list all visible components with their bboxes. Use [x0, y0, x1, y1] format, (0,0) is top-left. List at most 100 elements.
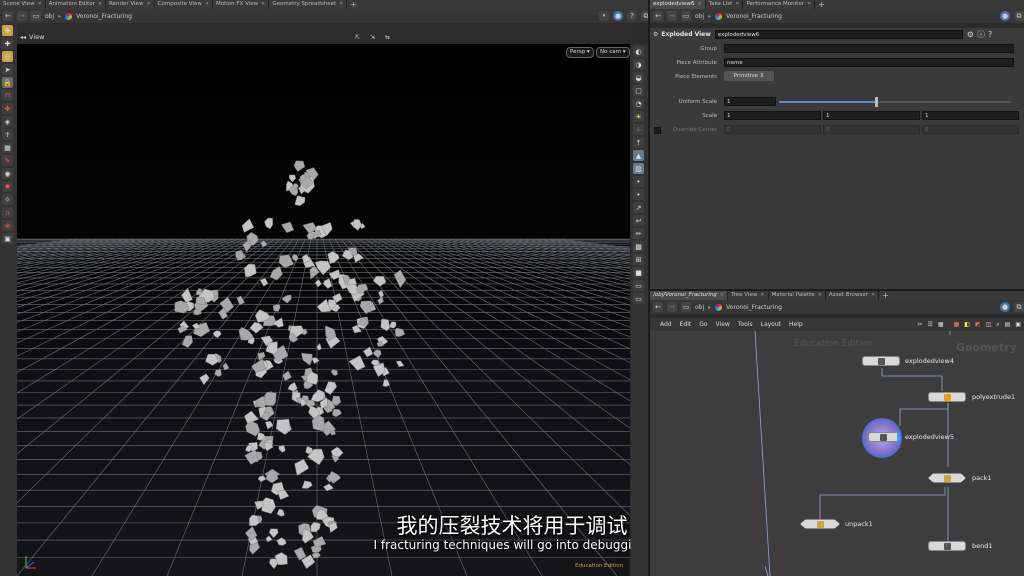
menu-edit[interactable]: Edit: [680, 321, 692, 328]
path-node[interactable]: Voronoi_Fracturing: [726, 13, 782, 20]
select-mode-icon[interactable]: ⇱: [355, 34, 360, 41]
frame2-icon[interactable]: ▭: [633, 293, 644, 304]
viewport[interactable]: [17, 44, 630, 576]
back-arrow-icon[interactable]: ←: [653, 11, 663, 21]
forward-arrow-icon[interactable]: →: [667, 11, 677, 21]
volume-icon[interactable]: ▣: [2, 233, 13, 244]
grid-view-icon[interactable]: ▦: [938, 321, 944, 328]
pose-icon[interactable]: ☥: [2, 129, 13, 140]
magnet-icon[interactable]: ⊓: [2, 90, 13, 101]
close-icon[interactable]: ✕: [98, 1, 102, 7]
pointer-icon[interactable]: ➤: [2, 64, 13, 75]
node-unpack1[interactable]: [800, 519, 840, 529]
select-tool-icon[interactable]: ✥: [2, 25, 13, 36]
tab-material-palette[interactable]: Material Palette ✕: [769, 291, 826, 300]
forward-arrow-icon[interactable]: →: [667, 302, 677, 312]
path-obj[interactable]: obj: [45, 13, 54, 20]
close-icon[interactable]: ✕: [339, 1, 343, 7]
dot2-icon[interactable]: •: [633, 189, 644, 200]
close-icon[interactable]: ✕: [205, 1, 209, 7]
close-icon[interactable]: ✕: [760, 292, 764, 298]
ghost-icon[interactable]: ◑: [633, 59, 644, 70]
network-editor[interactable]: Education Edition Geometry: [650, 331, 1024, 576]
node-bend1[interactable]: [928, 541, 966, 551]
tab-render-view[interactable]: Render View ✕: [106, 0, 155, 9]
menu-tools[interactable]: Tools: [738, 321, 753, 328]
search-icon[interactable]: ⌕: [996, 321, 999, 329]
node-polyextrude1[interactable]: [928, 392, 966, 402]
close-icon[interactable]: ✕: [871, 292, 875, 298]
tab-asset-browser[interactable]: Asset Browser ✕: [826, 291, 880, 300]
tab-performance-monitor[interactable]: Performance Monitor ✕: [743, 0, 816, 9]
tab-network-path[interactable]: /obj/Voronoi_Fracturing ✕: [650, 291, 729, 300]
pin-icon[interactable]: ●: [613, 11, 623, 21]
piece-attribute-field[interactable]: name: [724, 58, 1014, 67]
menu-go[interactable]: Go: [699, 321, 707, 328]
tab-explodedview6[interactable]: explodedview6 ✕: [650, 0, 706, 9]
menu-add[interactable]: Add: [660, 321, 672, 328]
grid-icon[interactable]: ▦: [2, 142, 13, 153]
render-icon[interactable]: ✹: [2, 181, 13, 192]
arrow-icon[interactable]: ↗: [633, 202, 644, 213]
scale-y-field[interactable]: 1: [823, 111, 920, 120]
curve-icon[interactable]: ↩: [633, 215, 644, 226]
tab-motion-fx-view[interactable]: Motion FX View ✕: [213, 0, 270, 9]
points-icon[interactable]: ⁘: [633, 124, 644, 135]
checker-icon[interactable]: ▩: [633, 241, 644, 252]
list-icon[interactable]: ☰: [928, 321, 933, 328]
dot-icon[interactable]: •: [633, 176, 644, 187]
path-node[interactable]: Voronoi_Fracturing: [76, 13, 132, 20]
node-pack1[interactable]: [928, 473, 966, 483]
help-icon[interactable]: ?: [627, 11, 637, 21]
overview-icon[interactable]: ▣: [1015, 321, 1021, 328]
close-icon[interactable]: ✕: [735, 1, 739, 7]
target-icon[interactable]: ⊕: [2, 220, 13, 231]
pin-icon[interactable]: ●: [1000, 11, 1010, 21]
stop-icon[interactable]: ■: [633, 267, 644, 278]
piece-elements-menu[interactable]: Primitive ⇕: [724, 71, 774, 81]
view-menu-icon[interactable]: ◂◂: [20, 34, 26, 41]
menu-help[interactable]: Help: [789, 321, 803, 328]
folder-icon[interactable]: ▭: [31, 11, 41, 21]
node-explodedview4-label[interactable]: explodedview4: [905, 357, 954, 365]
scale-z-field[interactable]: 1: [922, 111, 1019, 120]
move-tool-icon[interactable]: ✚: [2, 38, 13, 49]
shading-icon[interactable]: ◒: [633, 72, 644, 83]
camera-icon[interactable]: ◉: [2, 168, 13, 179]
visibility-toggle-icon[interactable]: ◫: [986, 321, 992, 328]
light-icon[interactable]: ☼: [2, 194, 13, 205]
close-icon[interactable]: ✕: [146, 1, 150, 7]
add-tab-button[interactable]: +: [815, 0, 828, 9]
lightbulb-icon[interactable]: ☀: [633, 111, 644, 122]
help-icon[interactable]: ?: [988, 30, 992, 39]
group-field[interactable]: [724, 44, 1014, 53]
uniform-scale-field[interactable]: 1: [724, 97, 776, 106]
node-explodedview5-label[interactable]: explodedview5: [905, 433, 954, 441]
edge-icon[interactable]: ▧: [633, 163, 644, 174]
pin-icon[interactable]: ●: [1000, 302, 1010, 312]
close-icon[interactable]: ✕: [697, 1, 701, 7]
tab-geometry-spreadsheet[interactable]: Geometry Spreadsheet ✕: [269, 0, 348, 9]
dropdown-icon[interactable]: ▾: [599, 11, 609, 21]
info-icon[interactable]: ⓘ: [977, 29, 985, 40]
view-label[interactable]: View: [29, 33, 44, 41]
camera-menu[interactable]: No cam ▾: [596, 47, 630, 58]
path-node[interactable]: Voronoi_Fracturing: [726, 304, 782, 311]
tab-tree-view[interactable]: Tree View ✕: [728, 291, 769, 300]
close-icon[interactable]: ✕: [807, 1, 811, 7]
back-arrow-icon[interactable]: ←: [653, 302, 663, 312]
tab-take-list[interactable]: Take List ✕: [706, 0, 744, 9]
transform-mode-icon[interactable]: ⇲: [370, 34, 375, 41]
ruler-icon[interactable]: ✏: [633, 228, 644, 239]
node-pack1-label[interactable]: pack1: [972, 474, 992, 482]
tab-animation-editor[interactable]: Animation Editor ✕: [46, 0, 107, 9]
display-options-icon[interactable]: ◐: [633, 46, 644, 57]
tab-composite-view[interactable]: Composite View ✕: [155, 0, 214, 9]
node-bend1-label[interactable]: bend1: [972, 542, 993, 550]
link-icon[interactable]: ⧉: [1014, 11, 1024, 21]
handle-icon[interactable]: ✤: [2, 103, 13, 114]
menu-view[interactable]: View: [716, 321, 730, 328]
snap-icon[interactable]: ◈: [2, 116, 13, 127]
uv-icon[interactable]: ⊞: [633, 254, 644, 265]
path-obj[interactable]: obj: [695, 13, 704, 20]
